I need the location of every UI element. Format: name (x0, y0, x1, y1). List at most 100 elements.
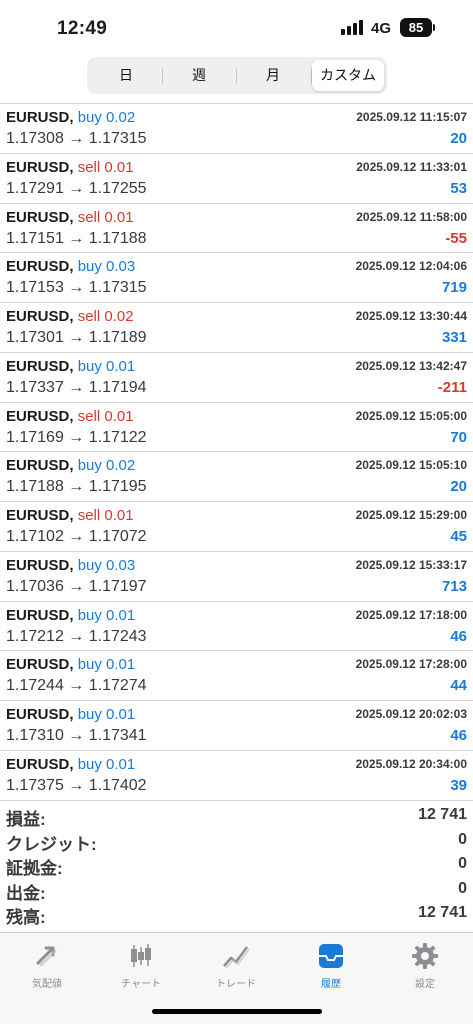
tab-quotes[interactable]: 気配値 (0, 941, 94, 991)
trade-side-volume: buy 0.03 (77, 258, 136, 276)
trade-prices: 1.17310 → 1.17341 (6, 727, 147, 745)
trade-row[interactable]: EURUSD, buy 0.01 2025.09.12 17:18:00 1.172… (0, 602, 473, 652)
trade-time: 2025.09.12 13:42:47 (355, 358, 467, 373)
trade-prices: 1.17102 → 1.17072 (6, 528, 147, 546)
symbol-name: EURUSD, (6, 308, 74, 326)
trade-symbol: EURUSD, buy 0.01 (6, 756, 135, 773)
trade-row[interactable]: EURUSD, buy 0.01 2025.09.12 20:02:03 1.173… (0, 701, 473, 751)
trade-profit: 20 (450, 130, 467, 147)
trade-profit: 39 (450, 776, 467, 794)
account-summary: 損益: 12 741 クレジット: 0 証拠金: 0 出金: 0 残高: 12 741 (0, 805, 473, 928)
trade-time: 2025.09.12 11:15:07 (356, 110, 467, 124)
trade-prices: 1.17291 → 1.17255 (6, 179, 147, 197)
summary-row: 証拠金: 0 (0, 854, 473, 879)
trade-profit: 44 (450, 677, 467, 695)
summary-value: 0 (458, 830, 467, 848)
trade-row[interactable]: EURUSD, buy 0.01 2025.09.12 13:42:47 1.173… (0, 353, 473, 403)
trade-symbol: EURUSD, buy 0.02 (6, 109, 135, 126)
trade-row[interactable]: EURUSD, sell 0.01 2025.09.12 11:58:00 1.17… (0, 204, 473, 254)
trade-prices: 1.17188 → 1.17195 (6, 478, 147, 496)
trade-symbol: EURUSD, buy 0.01 (6, 607, 135, 624)
trade-row[interactable]: EURUSD, sell 0.01 2025.09.12 11:33:01 1.17… (0, 154, 473, 204)
status-bar: 12:49 4G 85 (0, 0, 473, 50)
trade-row[interactable]: EURUSD, buy 0.02 2025.09.12 15:05:10 1.171… (0, 452, 473, 503)
quotes-arrows-icon (36, 946, 57, 967)
trade-prices: 1.17036 → 1.17197 (6, 577, 147, 595)
summary-value: 12 741 (418, 904, 467, 921)
trade-prices: 1.17151 → 1.17188 (6, 229, 147, 247)
segment-day[interactable]: 日 (90, 60, 162, 91)
trade-side-volume: buy 0.01 (77, 755, 136, 773)
trade-symbol: EURUSD, sell 0.01 (6, 159, 134, 176)
gear-icon (412, 943, 438, 969)
trade-side-volume: buy 0.01 (77, 656, 136, 674)
period-segmented-control: 日 週 月 カスタム (87, 57, 387, 94)
summary-value: 12 741 (418, 806, 467, 823)
trade-symbol: EURUSD, sell 0.02 (6, 308, 134, 325)
trade-symbol: EURUSD, sell 0.01 (6, 507, 134, 524)
summary-label: 証拠金: (6, 859, 63, 878)
trade-time: 2025.09.12 17:28:00 (355, 657, 467, 672)
trade-prices: 1.17153 → 1.17315 (6, 279, 147, 297)
trade-prices: 1.17169 → 1.17122 (6, 428, 147, 446)
trade-row[interactable]: EURUSD, buy 0.01 2025.09.12 17:28:00 1.172… (0, 651, 473, 702)
trade-symbol: EURUSD, buy 0.02 (6, 457, 135, 474)
history-screen: 12:49 4G 85 日 週 月 カスタム EURUSD, buy 0.02 2… (0, 0, 473, 1024)
trade-row[interactable]: EURUSD, buy 0.03 2025.09.12 15:33:17 1.170… (0, 552, 473, 602)
trade-time: 2025.09.12 15:05:00 (355, 408, 467, 423)
trade-profit: 331 (441, 329, 467, 347)
symbol-name: EURUSD, (6, 755, 74, 773)
tab-chart[interactable]: チャート (94, 941, 188, 991)
tab-history[interactable]: 履歴 (284, 941, 378, 991)
summary-row: 残高: 12 741 (0, 903, 473, 928)
trade-symbol: EURUSD, buy 0.01 (6, 358, 135, 375)
trade-profit: 70 (450, 428, 467, 446)
trade-row[interactable]: EURUSD, sell 0.02 2025.09.12 13:30:44 1.17… (0, 303, 473, 353)
trade-time: 2025.09.12 12:04:06 (355, 259, 467, 274)
summary-value: 0 (458, 879, 467, 897)
history-tray-icon (319, 944, 343, 968)
summary-label: クレジット: (6, 834, 97, 854)
trade-prices: 1.17375 → 1.17402 (6, 776, 147, 794)
trade-profit: 45 (450, 528, 467, 546)
symbol-name: EURUSD, (6, 606, 74, 624)
tab-settings-label: 設定 (415, 979, 435, 990)
segment-custom[interactable]: カスタム (312, 60, 384, 91)
symbol-name: EURUSD, (6, 357, 74, 375)
trade-row[interactable]: EURUSD, buy 0.02 2025.09.12 11:15:07 1.173… (0, 104, 473, 154)
trade-row[interactable]: EURUSD, buy 0.03 2025.09.12 12:04:06 1.171… (0, 253, 473, 304)
tab-history-label: 履歴 (321, 979, 341, 990)
tab-quotes-label: 気配値 (32, 979, 62, 990)
trade-profit: 46 (450, 627, 467, 645)
trade-prices: 1.17212 → 1.17243 (6, 627, 147, 645)
symbol-name: EURUSD, (6, 556, 74, 574)
home-indicator[interactable] (152, 1009, 322, 1014)
trade-row[interactable]: EURUSD, sell 0.01 2025.09.12 15:29:00 1.17… (0, 502, 473, 552)
trade-profit: 53 (450, 179, 467, 197)
symbol-name: EURUSD, (6, 258, 74, 276)
network-type: 4G (371, 20, 392, 37)
trade-profit: 20 (450, 478, 467, 496)
tab-chart-label: チャート (121, 979, 161, 990)
trade-profit: -211 (437, 378, 467, 396)
trade-symbol: EURUSD, sell 0.01 (6, 408, 134, 425)
tab-trade[interactable]: トレード (189, 941, 283, 991)
trade-prices: 1.17337 → 1.17194 (6, 378, 147, 396)
candlestick-chart-icon (131, 944, 151, 967)
segment-month[interactable]: 月 (237, 60, 309, 91)
trade-symbol: EURUSD, buy 0.01 (6, 656, 135, 673)
trade-prices: 1.17308 → 1.17315 (6, 130, 147, 147)
summary-label: 出金: (6, 883, 46, 903)
trade-prices: 1.17244 → 1.17274 (6, 677, 147, 695)
trade-row[interactable]: EURUSD, sell 0.01 2025.09.12 15:05:00 1.17… (0, 403, 473, 453)
trade-profit: 713 (441, 577, 467, 595)
trade-row[interactable]: EURUSD, buy 0.01 2025.09.12 20:34:00 1.173… (0, 751, 473, 801)
symbol-name: EURUSD, (6, 507, 74, 525)
trade-symbol: EURUSD, buy 0.03 (6, 557, 135, 574)
trade-symbol: EURUSD, sell 0.01 (6, 209, 134, 226)
tab-settings[interactable]: 設定 (378, 941, 472, 991)
trade-prices: 1.17301 → 1.17189 (6, 329, 147, 347)
trade-side-volume: buy 0.01 (77, 606, 136, 624)
segment-week[interactable]: 週 (163, 60, 235, 91)
trade-symbol: EURUSD, buy 0.03 (6, 258, 135, 275)
